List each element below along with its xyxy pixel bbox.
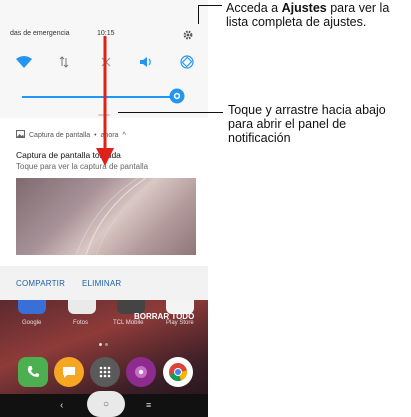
callout-line-settings xyxy=(198,5,222,6)
page-dot xyxy=(99,343,102,346)
back-button[interactable]: ‹ xyxy=(60,400,63,411)
annotation-settings-pre: Acceda a xyxy=(226,1,282,15)
messages-app-icon[interactable] xyxy=(54,357,84,387)
carrier-text: das de emergencia xyxy=(10,30,70,37)
annotation-drag: Toque y arrastre hacia abajo para abrir … xyxy=(228,103,386,145)
callout-line-settings-vertical xyxy=(198,5,199,24)
auto-rotate-icon[interactable] xyxy=(178,54,196,70)
page-dot xyxy=(105,343,108,346)
home-button[interactable]: ○ xyxy=(87,391,125,417)
share-button[interactable]: COMPARTIR xyxy=(16,279,65,288)
app-label-google: Google xyxy=(22,320,42,326)
phone-screen: das de emergencia 10:15 Captura de panta… xyxy=(0,0,208,417)
sound-icon[interactable] xyxy=(137,54,155,70)
chrome-app-icon[interactable] xyxy=(163,357,193,387)
image-icon xyxy=(16,130,25,140)
screenshot-thumbnail[interactable] xyxy=(16,178,196,255)
app-drawer-icon[interactable] xyxy=(90,357,120,387)
recents-button[interactable]: ≡ xyxy=(146,400,151,410)
phone-app-icon[interactable] xyxy=(18,357,48,387)
callout-line-drag xyxy=(118,112,223,113)
annotation-settings-bold: Ajustes xyxy=(281,1,327,15)
brightness-icon[interactable] xyxy=(168,87,186,105)
annotation-settings: Acceda a Ajustes para ver la lista compl… xyxy=(226,1,409,29)
notification-text: Toque para ver la captura de pantalla xyxy=(16,162,149,171)
google-app-icon[interactable] xyxy=(18,300,46,314)
delete-button[interactable]: ELIMINAR xyxy=(82,279,121,288)
clear-all-button[interactable]: BORRAR TODO xyxy=(134,312,194,321)
app-label-photos: Fotos xyxy=(73,320,89,326)
drag-down-arrow xyxy=(96,36,114,166)
wifi-icon[interactable] xyxy=(15,54,33,70)
photos-app-icon[interactable] xyxy=(68,300,96,314)
music-app-icon[interactable] xyxy=(126,357,156,387)
data-arrows-icon[interactable] xyxy=(55,54,73,70)
gear-icon[interactable] xyxy=(182,28,194,40)
expand-icon[interactable]: ^ xyxy=(122,132,125,139)
notification-app-name: Captura de pantalla xyxy=(29,131,91,139)
